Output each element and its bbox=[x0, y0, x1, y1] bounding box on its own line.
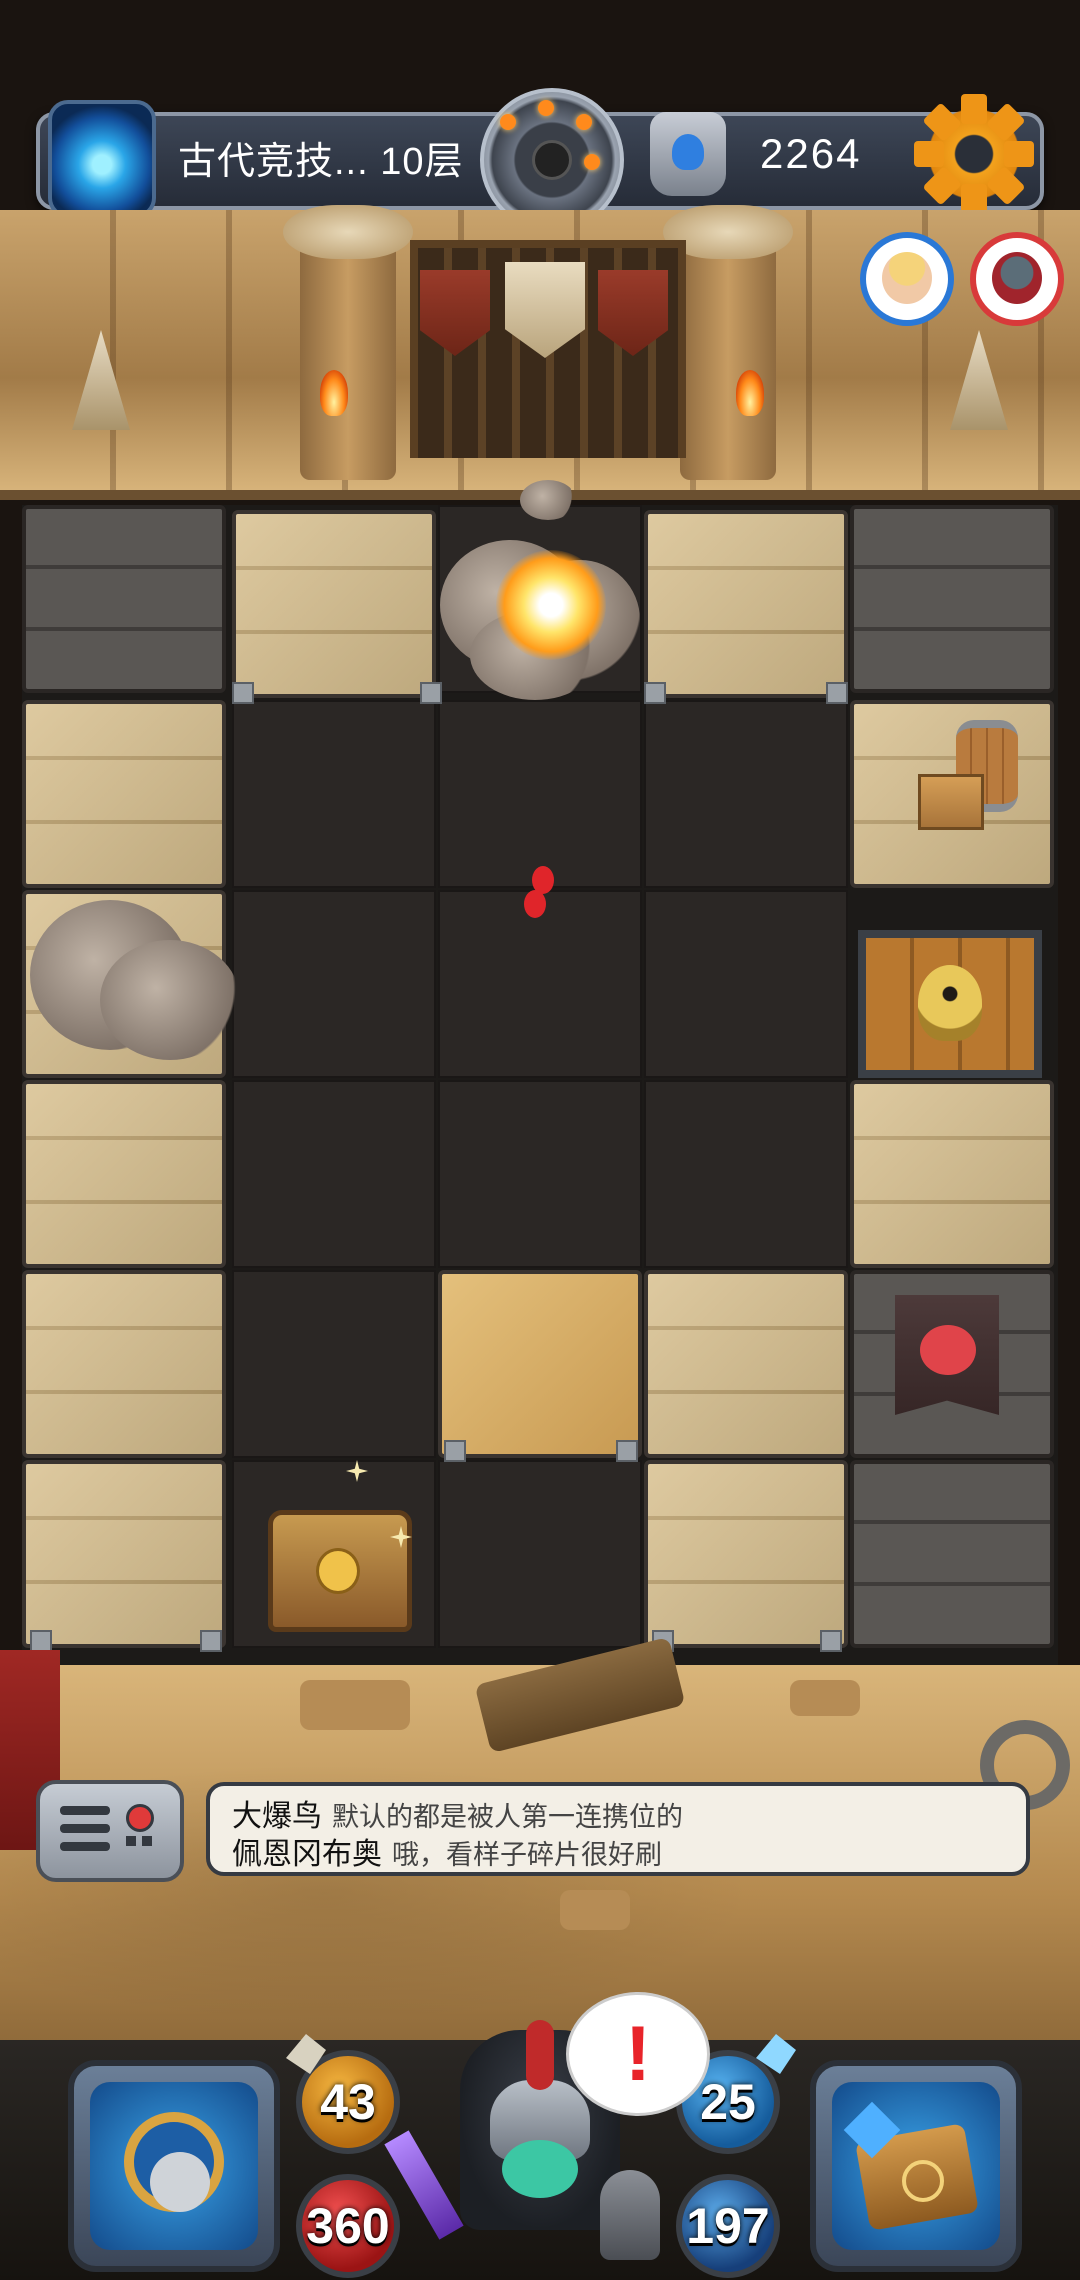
floor-tile[interactable] bbox=[644, 1080, 848, 1268]
equipment-slot-left[interactable] bbox=[68, 2060, 280, 2272]
rivet bbox=[644, 682, 666, 704]
medal-dot bbox=[500, 114, 516, 130]
blood-drop-icon bbox=[524, 890, 546, 918]
bomb-icon bbox=[532, 140, 572, 180]
portal-icon[interactable] bbox=[48, 100, 156, 218]
explosion-spark-icon bbox=[496, 550, 606, 660]
defense-value: 25 bbox=[700, 2074, 756, 2130]
floor-tile[interactable] bbox=[438, 890, 642, 1078]
smoke-puff bbox=[520, 480, 576, 520]
medal-dot bbox=[538, 100, 554, 116]
rune-stone-icon[interactable] bbox=[650, 112, 726, 196]
chest-lock-icon bbox=[316, 1548, 360, 1594]
stone-tile[interactable] bbox=[22, 1270, 226, 1458]
gear-icon[interactable] bbox=[914, 94, 1034, 214]
chat-speaker: 大爆鸟 bbox=[232, 1800, 322, 1833]
stone-tile[interactable] bbox=[644, 1270, 848, 1458]
chat-message: 哦，看样子碎片很好刷 bbox=[392, 1840, 662, 1870]
rivet bbox=[616, 1440, 638, 1462]
smoke-cloud bbox=[100, 940, 240, 1060]
hp-value: 360 bbox=[306, 2198, 390, 2254]
keyhole-icon bbox=[918, 965, 982, 1041]
pillar-cap bbox=[283, 205, 413, 259]
attack-value: 43 bbox=[320, 2074, 376, 2130]
mp-value: 197 bbox=[686, 2198, 770, 2254]
mp-stat: 197 bbox=[676, 2174, 780, 2278]
floor-tile[interactable] bbox=[644, 700, 848, 888]
wall-tile bbox=[850, 505, 1054, 693]
rock bbox=[560, 1890, 630, 1930]
wall-pillar bbox=[680, 220, 776, 480]
alert-bubble[interactable]: ! bbox=[566, 1992, 710, 2116]
floor-tile[interactable] bbox=[232, 700, 436, 888]
boar-monster-icon bbox=[920, 1325, 976, 1375]
stone-tile[interactable] bbox=[644, 1460, 848, 1648]
torch-flame-icon bbox=[320, 370, 348, 416]
rock bbox=[790, 1680, 860, 1716]
floor-tile[interactable] bbox=[438, 700, 642, 888]
stone-tile[interactable] bbox=[850, 1080, 1054, 1268]
gold-count: 2264 bbox=[760, 130, 862, 177]
ally-avatar-blonde[interactable] bbox=[860, 232, 954, 326]
stone-tile[interactable] bbox=[232, 510, 436, 698]
floor-tile[interactable] bbox=[232, 1270, 436, 1458]
rivet bbox=[820, 1630, 842, 1652]
torch-flame-icon bbox=[736, 370, 764, 416]
floor-tile[interactable] bbox=[644, 890, 848, 1078]
chat-line: 大爆鸟 默认的都是被人第一连携位的 bbox=[232, 1798, 1004, 1836]
floor-tile[interactable] bbox=[232, 1080, 436, 1268]
hp-stat: 360 bbox=[296, 2174, 400, 2278]
rivet bbox=[420, 682, 442, 704]
stone-tile[interactable] bbox=[22, 1460, 226, 1648]
stone-tile[interactable] bbox=[22, 1080, 226, 1268]
shield-helmet-icon bbox=[90, 2082, 258, 2250]
level-title[interactable]: 古代竞技... 10层 bbox=[178, 130, 464, 185]
wall-pillar bbox=[300, 220, 396, 480]
pet-companion bbox=[600, 2170, 660, 2260]
rivet bbox=[826, 682, 848, 704]
crate-icon[interactable] bbox=[918, 774, 984, 830]
chat-panel[interactable]: 大爆鸟 默认的都是被人第一连携位的 佩恩冈布奥 哦，看样子碎片很好刷 bbox=[206, 1782, 1030, 1876]
floor-tile[interactable] bbox=[438, 1460, 642, 1648]
chat-speaker: 佩恩冈布奥 bbox=[232, 1838, 382, 1871]
chat-message: 默认的都是被人第一连携位的 bbox=[332, 1802, 683, 1832]
medal-dot bbox=[576, 114, 592, 130]
sand-tile[interactable] bbox=[438, 1270, 642, 1458]
floor-tile[interactable] bbox=[438, 1080, 642, 1268]
spellbook-icon bbox=[832, 2082, 1000, 2250]
stone-tile[interactable] bbox=[22, 700, 226, 888]
rivet bbox=[444, 1440, 466, 1462]
rivet bbox=[30, 1630, 52, 1652]
stone-tile[interactable] bbox=[644, 510, 848, 698]
floor-tile[interactable] bbox=[232, 890, 436, 1078]
ally-avatar-dark[interactable] bbox=[970, 232, 1064, 326]
rivet bbox=[232, 682, 254, 704]
rivet bbox=[200, 1630, 222, 1652]
equipment-slot-right[interactable] bbox=[810, 2060, 1022, 2272]
wall-tile bbox=[22, 505, 226, 693]
medal-dot bbox=[584, 154, 600, 170]
chat-button[interactable] bbox=[36, 1780, 184, 1882]
wall-tile bbox=[850, 1460, 1054, 1648]
rock bbox=[300, 1680, 410, 1730]
chat-line: 佩恩冈布奥 哦，看样子碎片很好刷 bbox=[232, 1836, 1004, 1874]
